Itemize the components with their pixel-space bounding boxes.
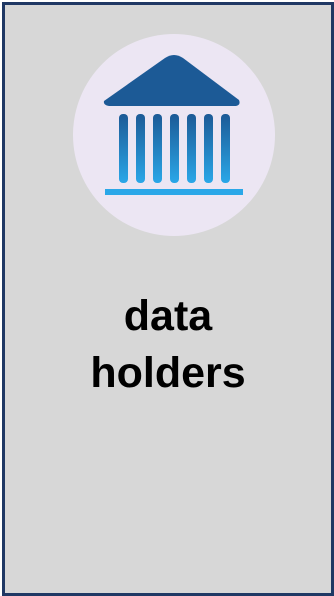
roof-shape bbox=[103, 55, 240, 106]
column bbox=[187, 114, 196, 183]
column bbox=[221, 114, 230, 183]
column bbox=[170, 114, 179, 183]
column bbox=[119, 114, 128, 183]
icon-circle bbox=[73, 34, 275, 236]
card-label: data holders bbox=[5, 288, 331, 402]
column bbox=[153, 114, 162, 183]
label-line-2: holders bbox=[90, 349, 246, 397]
bank-building-icon bbox=[103, 55, 243, 195]
column bbox=[136, 114, 145, 183]
label-line-1: data bbox=[123, 292, 213, 340]
column bbox=[204, 114, 213, 183]
base-bar bbox=[105, 189, 243, 195]
data-holders-card: data holders bbox=[2, 2, 334, 596]
